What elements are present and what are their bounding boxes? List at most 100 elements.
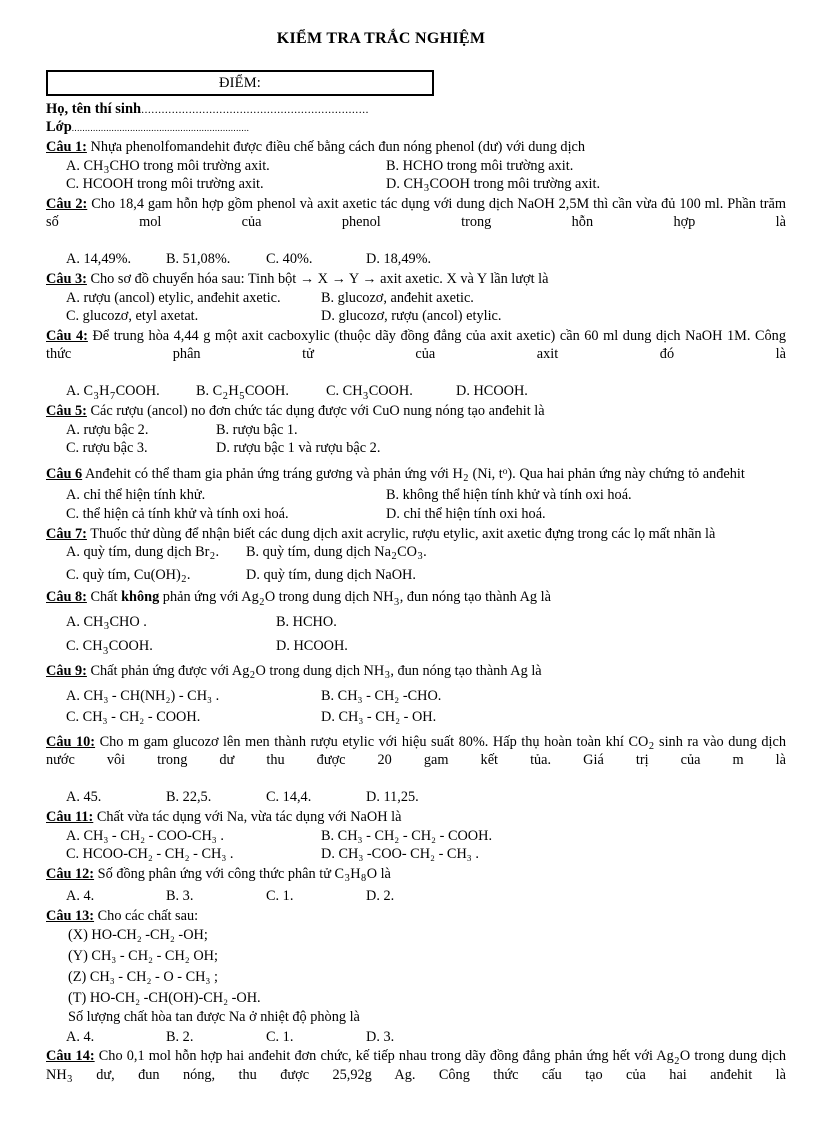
question-8-option-d[interactable]: D. HCOOH.	[276, 637, 348, 656]
opt-text: A. CH	[66, 157, 104, 174]
question-11-option-b[interactable]: B. CH₃ - CH₂ - CH₂ - COOH.	[321, 827, 492, 846]
opt-text: A. quỳ tím, dung dịch Br	[66, 544, 210, 561]
question-10-text: Cho m gam glucozơ lên men thành rượu ety…	[99, 733, 649, 750]
question-5-option-c[interactable]: C. rượu bậc 3.	[66, 439, 216, 458]
class-field: Lớp.....................................…	[46, 119, 786, 137]
student-name-label: Họ, tên thí sinh	[46, 101, 142, 117]
question-1-option-c[interactable]: C. HCOOH trong môi trường axit.	[66, 175, 386, 194]
question-10-option-d[interactable]: D. 11,25.	[366, 788, 419, 807]
question-9-stem: Câu 9: Chất phản ứng được với Ag2O trong…	[46, 662, 786, 681]
question-9-options-row-1: A. CH₃ - CH(NH₂) - CH₃ . B. CH₃ - CH₂ -C…	[46, 687, 786, 706]
question-12: Câu 12: Số đồng phân ứng với công thức p…	[46, 865, 786, 906]
question-8-text-post: , đun nóng tạo thành Ag là	[399, 589, 551, 606]
question-11-option-a[interactable]: A. CH₃ - CH₂ - COO-CH₃ .	[66, 827, 321, 846]
opt-text: .	[423, 544, 427, 561]
question-8-text-mid2: O trong dung dịch NH	[264, 589, 394, 606]
question-7: Câu 7: Thuốc thử dùng để nhận biết các d…	[46, 525, 786, 585]
question-10-option-c[interactable]: C. 14,4.	[266, 788, 366, 807]
question-3-option-c[interactable]: C. glucozơ, etyl axetat.	[66, 307, 321, 326]
question-3-options-row-2: C. glucozơ, etyl axetat. D. glucozơ, rượ…	[46, 307, 786, 326]
question-11-option-d[interactable]: D. CH₃ -COO- CH₂ - CH₃ .	[321, 845, 479, 864]
question-2-option-c[interactable]: C. 40%.	[266, 250, 366, 269]
question-2-option-b[interactable]: B. 51,08%.	[166, 250, 266, 269]
opt-text: B. C	[196, 383, 223, 400]
question-13-option-b[interactable]: B. 2.	[166, 1028, 266, 1047]
question-6-option-d[interactable]: D. chỉ thể hiện tính oxi hoá.	[386, 505, 546, 524]
question-4-option-d[interactable]: D. HCOOH.	[456, 382, 528, 401]
opt-text: COOH.	[244, 383, 289, 400]
question-5-option-d[interactable]: D. rượu bậc 1 và rượu bậc 2.	[216, 439, 380, 458]
question-10-option-a[interactable]: A. 45.	[66, 788, 166, 807]
student-name-field: Họ, tên thí sinh........................…	[46, 101, 786, 119]
question-5-option-b[interactable]: B. rượu bậc 1.	[216, 421, 298, 440]
question-4-option-b[interactable]: B. C2H5COOH.	[196, 382, 326, 401]
question-13-item-x: (X) HO-CH₂ -CH₂ -OH;	[68, 927, 208, 944]
question-8: Câu 8: Chất không phản ứng với Ag2O tron…	[46, 588, 786, 656]
question-12-text-post: O là	[366, 865, 391, 882]
question-11-text: Chất vừa tác dụng với Na, vừa tác dụng v…	[96, 809, 402, 826]
question-3-label: Câu 3:	[46, 270, 87, 287]
question-11-option-c[interactable]: C. HCOO-CH₂ - CH₂ - CH₃ .	[66, 845, 321, 864]
opt-text: COOH.	[368, 383, 413, 400]
question-12-option-b[interactable]: B. 3.	[166, 887, 266, 906]
question-11-options-row-2: C. HCOO-CH₂ - CH₂ - CH₃ . D. CH₃ -COO- C…	[46, 845, 786, 864]
question-7-option-c[interactable]: C. quỳ tím, Cu(OH)2.	[66, 566, 246, 585]
question-13-option-d[interactable]: D. 3.	[366, 1028, 394, 1047]
question-1-option-d[interactable]: D. CH3COOH trong môi trường axit.	[386, 175, 600, 194]
question-5-options-row-2: C. rượu bậc 3. D. rượu bậc 1 và rượu bậc…	[46, 439, 786, 458]
question-7-option-a[interactable]: A. quỳ tím, dung dịch Br2.	[66, 543, 246, 562]
question-9-option-d[interactable]: D. CH₃ - CH₂ - OH.	[321, 708, 436, 727]
question-7-option-b[interactable]: B. quỳ tím, dung dịch Na2CO3.	[246, 543, 427, 562]
question-13-option-a[interactable]: A. 4.	[66, 1028, 166, 1047]
question-1-stem: Câu 1: Nhựa phenolfomandehit được điều c…	[46, 138, 786, 157]
question-8-options-row-1: A. CH3CHO . B. HCHO.	[46, 613, 786, 632]
question-3-option-b[interactable]: B. glucozơ, anđehit axetic.	[321, 289, 474, 308]
question-12-options: A. 4. B. 3. C. 1. D. 2.	[46, 887, 786, 906]
question-13-option-c[interactable]: C. 1.	[266, 1028, 366, 1047]
question-1-text: Nhựa phenolfomandehit được điều chế bằng…	[90, 138, 586, 155]
question-5-option-a[interactable]: A. rượu bậc 2.	[66, 421, 216, 440]
question-9-option-b[interactable]: B. CH₃ - CH₂ -CHO.	[321, 687, 441, 706]
question-5: Câu 5: Các rượu (ancol) no đơn chức tác …	[46, 402, 786, 458]
question-3: Câu 3: Cho sơ đồ chuyển hóa sau: Tinh bộ…	[46, 270, 786, 326]
question-12-option-a[interactable]: A. 4.	[66, 887, 166, 906]
question-8-text-mid: phản ứng với Ag	[159, 589, 259, 606]
opt-text: C. quỳ tím, Cu(OH)	[66, 566, 181, 583]
question-8-option-b[interactable]: B. HCHO.	[276, 613, 337, 632]
question-6-option-c[interactable]: C. thể hiện cả tính khử và tính oxi hoá.	[66, 505, 386, 524]
question-9-option-c[interactable]: C. CH₃ - CH₂ - COOH.	[66, 708, 321, 727]
question-6-option-b[interactable]: B. không thể hiện tính khử và tính oxi h…	[386, 486, 632, 505]
question-2-option-a[interactable]: A. 14,49%.	[66, 250, 166, 269]
question-4-option-a[interactable]: A. C3H7COOH.	[66, 382, 196, 401]
question-6-option-a[interactable]: A. chỉ thể hiện tính khử.	[66, 486, 386, 505]
question-10-option-b[interactable]: B. 22,5.	[166, 788, 266, 807]
question-11-stem: Câu 11: Chất vừa tác dụng với Na, vừa tá…	[46, 808, 786, 827]
question-3-option-d[interactable]: D. glucozơ, rượu (ancol) etylic.	[321, 307, 501, 326]
question-2-text: Cho 18,4 gam hỗn hợp gồm phenol và axit …	[46, 195, 786, 231]
question-2-options: A. 14,49%. B. 51,08%. C. 40%. D. 18,49%.	[46, 250, 786, 269]
question-6-text-post: ). Qua hai phản ứng này chứng tỏ anđehit	[507, 465, 745, 482]
question-4-option-c[interactable]: C. CH3COOH.	[326, 382, 456, 401]
question-13-subquestion: Số lượng chất hòa tan được Na ở nhiệt độ…	[68, 1009, 360, 1026]
question-13-item-y: (Y) CH₃ - CH₂ - CH₂ OH;	[68, 948, 218, 965]
opt-text: H	[228, 383, 239, 400]
question-8-option-a[interactable]: A. CH3CHO .	[66, 613, 276, 632]
question-2-option-d[interactable]: D. 18,49%.	[366, 250, 431, 269]
question-6-text-mid: (Ni, t	[468, 465, 503, 482]
question-2-stem: Câu 2: Cho 18,4 gam hỗn hợp gồm phenol v…	[46, 195, 786, 251]
question-8-stem: Câu 8: Chất không phản ứng với Ag2O tron…	[46, 588, 786, 607]
question-1-option-a[interactable]: A. CH3CHO trong môi trường axit.	[66, 157, 386, 176]
question-14-label: Câu 14:	[46, 1048, 95, 1065]
opt-text: C. CH	[66, 638, 103, 655]
question-9-option-a[interactable]: A. CH₃ - CH(NH₂) - CH₃ .	[66, 687, 321, 706]
question-12-option-c[interactable]: C. 1.	[266, 887, 366, 906]
question-1-option-b[interactable]: B. HCHO trong môi trường axit.	[386, 157, 573, 176]
question-11: Câu 11: Chất vừa tác dụng với Na, vừa tá…	[46, 808, 786, 864]
question-3-option-a[interactable]: A. rượu (ancol) etylic, anđehit axetic.	[66, 289, 321, 308]
question-4: Câu 4: Để trung hòa 4,44 g một axit cacb…	[46, 327, 786, 402]
question-12-text: Số đồng phân ứng với công thức phân tử C	[97, 865, 345, 882]
question-8-option-c[interactable]: C. CH3COOH.	[66, 637, 276, 656]
question-12-option-d[interactable]: D. 2.	[366, 887, 394, 906]
question-7-option-d[interactable]: D. quỳ tím, dung dịch NaOH.	[246, 566, 416, 585]
question-9-options-row-2: C. CH₃ - CH₂ - COOH. D. CH₃ - CH₂ - OH.	[46, 708, 786, 727]
